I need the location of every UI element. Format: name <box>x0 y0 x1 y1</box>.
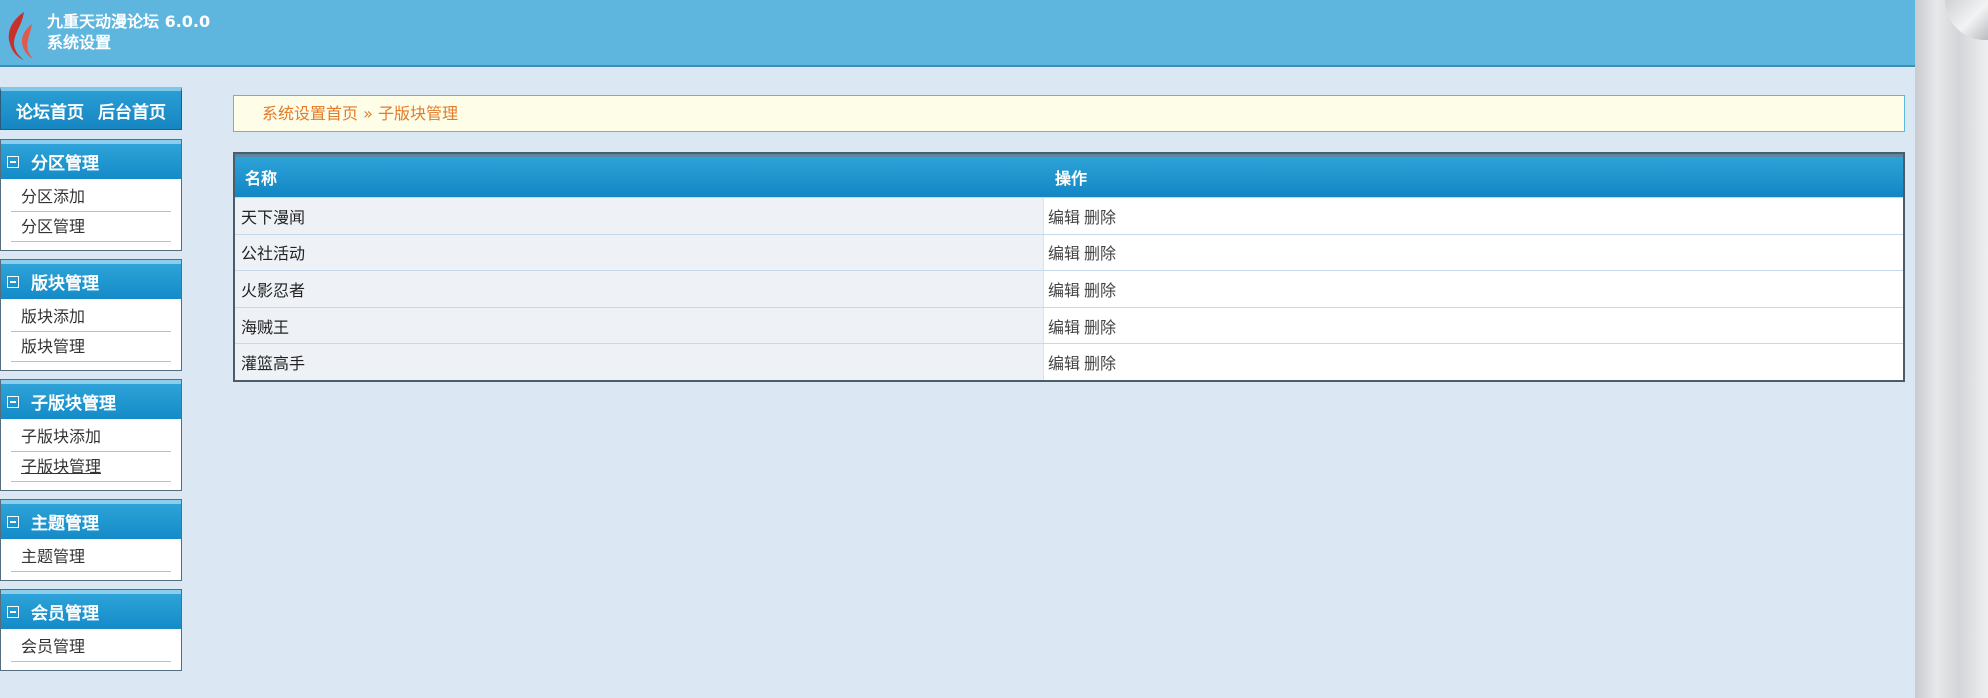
delete-link[interactable]: 删除 <box>1084 204 1116 228</box>
sidebar-item-label: 主题管理 <box>21 547 86 566</box>
sidebar: 论坛首页 后台首页 分区管理 分区添加 分区管理 版块管理 版块添加 版块管理 <box>0 87 182 679</box>
menu-group-section: 分区管理 分区添加 分区管理 <box>0 139 182 251</box>
sidebar-item-member-manage[interactable]: 会员管理 <box>11 632 171 662</box>
delete-link[interactable]: 删除 <box>1084 277 1116 301</box>
sidebar-item-label: 子版块添加 <box>21 427 102 446</box>
sidebar-item-label: 分区管理 <box>21 217 86 236</box>
sidebar-item-subboard-manage[interactable]: 子版块管理 <box>11 452 171 482</box>
sidebar-item-section-manage[interactable]: 分区管理 <box>11 212 171 242</box>
sidebar-item-label: 子版块管理 <box>21 457 102 476</box>
row-name: 天下漫闻 <box>235 198 1044 234</box>
menu-group-title: 会员管理 <box>31 604 99 624</box>
column-header-name: 名称 <box>245 169 278 188</box>
row-name: 火影忍者 <box>235 271 1044 307</box>
delete-link[interactable]: 删除 <box>1084 314 1116 338</box>
sidebar-top-links: 论坛首页 后台首页 <box>0 87 182 130</box>
collapse-icon[interactable] <box>7 155 19 168</box>
header-title: 九重天动漫论坛 6.0.0 系统设置 <box>47 11 210 53</box>
admin-home-link[interactable]: 后台首页 <box>98 98 166 123</box>
menu-group-header[interactable]: 分区管理 <box>1 140 181 179</box>
collapse-icon[interactable] <box>7 605 19 618</box>
row-name: 公社活动 <box>235 234 1044 271</box>
delete-link[interactable]: 删除 <box>1084 240 1116 264</box>
page-subtitle: 系统设置 <box>47 33 112 52</box>
menu-group-title: 分区管理 <box>31 154 99 174</box>
row-name: 海贼王 <box>235 307 1044 344</box>
menu-group-title: 版块管理 <box>31 274 99 294</box>
breadcrumb-separator: » <box>363 104 373 123</box>
flame-logo-icon <box>8 12 33 60</box>
header-bar: 九重天动漫论坛 6.0.0 系统设置 <box>0 0 1915 67</box>
breadcrumb-home-link[interactable]: 系统设置首页 <box>262 104 358 123</box>
delete-link[interactable]: 删除 <box>1084 350 1116 374</box>
breadcrumb: 系统设置首页 » 子版块管理 <box>233 95 1905 132</box>
sidebar-item-label: 版块添加 <box>21 307 86 326</box>
page-curl-decoration <box>1945 0 1988 40</box>
column-header-actions: 操作 <box>1055 169 1088 188</box>
breadcrumb-current[interactable]: 子版块管理 <box>378 104 458 123</box>
subboard-table: 名称 操作 天下漫闻 编辑 删除 公社活动 编辑 删除 火影忍者 编辑 删除 海贼王 … <box>233 152 1905 382</box>
edit-link[interactable]: 编辑 <box>1048 314 1080 338</box>
menu-group-title: 子版块管理 <box>31 394 116 414</box>
sidebar-item-topic-manage[interactable]: 主题管理 <box>11 542 171 572</box>
table-row: 公社活动 编辑 删除 <box>235 233 1903 271</box>
sidebar-item-label: 会员管理 <box>21 637 86 656</box>
menu-group-header[interactable]: 版块管理 <box>1 260 181 299</box>
edit-link[interactable]: 编辑 <box>1048 277 1080 301</box>
edit-link[interactable]: 编辑 <box>1048 204 1080 228</box>
menu-group-header[interactable]: 主题管理 <box>1 500 181 539</box>
app-window: 九重天动漫论坛 6.0.0 系统设置 论坛首页 后台首页 分区管理 分区添加 分… <box>0 0 1915 698</box>
menu-group-title: 主题管理 <box>31 514 99 534</box>
table-row: 火影忍者 编辑 删除 <box>235 270 1903 307</box>
edit-link[interactable]: 编辑 <box>1048 350 1080 374</box>
menu-group-board: 版块管理 版块添加 版块管理 <box>0 259 182 371</box>
table-header: 名称 操作 <box>235 154 1903 197</box>
table-row: 灌篮高手 编辑 删除 <box>235 343 1903 380</box>
forum-home-link[interactable]: 论坛首页 <box>16 98 84 123</box>
menu-group-member: 会员管理 会员管理 <box>0 589 182 671</box>
sidebar-item-subboard-add[interactable]: 子版块添加 <box>11 422 171 452</box>
collapse-icon[interactable] <box>7 515 19 528</box>
main-content: 系统设置首页 » 子版块管理 名称 操作 天下漫闻 编辑 删除 公社活动 编辑 删除… <box>233 95 1905 382</box>
sidebar-item-label: 分区添加 <box>21 187 86 206</box>
edit-link[interactable]: 编辑 <box>1048 240 1080 264</box>
row-name: 灌篮高手 <box>235 344 1044 380</box>
sidebar-item-label: 版块管理 <box>21 337 86 356</box>
menu-group-topic: 主题管理 主题管理 <box>0 499 182 581</box>
sidebar-item-board-manage[interactable]: 版块管理 <box>11 332 171 362</box>
window-background-strip <box>1915 0 1988 698</box>
collapse-icon[interactable] <box>7 395 19 408</box>
table-row: 海贼王 编辑 删除 <box>235 306 1903 344</box>
sidebar-item-section-add[interactable]: 分区添加 <box>11 182 171 212</box>
menu-group-header[interactable]: 子版块管理 <box>1 380 181 419</box>
app-name: 九重天动漫论坛 6.0.0 <box>47 12 211 31</box>
sidebar-item-board-add[interactable]: 版块添加 <box>11 302 171 332</box>
menu-group-subboard: 子版块管理 子版块添加 子版块管理 <box>0 379 182 491</box>
collapse-icon[interactable] <box>7 275 19 288</box>
menu-group-header[interactable]: 会员管理 <box>1 590 181 629</box>
table-row: 天下漫闻 编辑 删除 <box>235 197 1903 234</box>
